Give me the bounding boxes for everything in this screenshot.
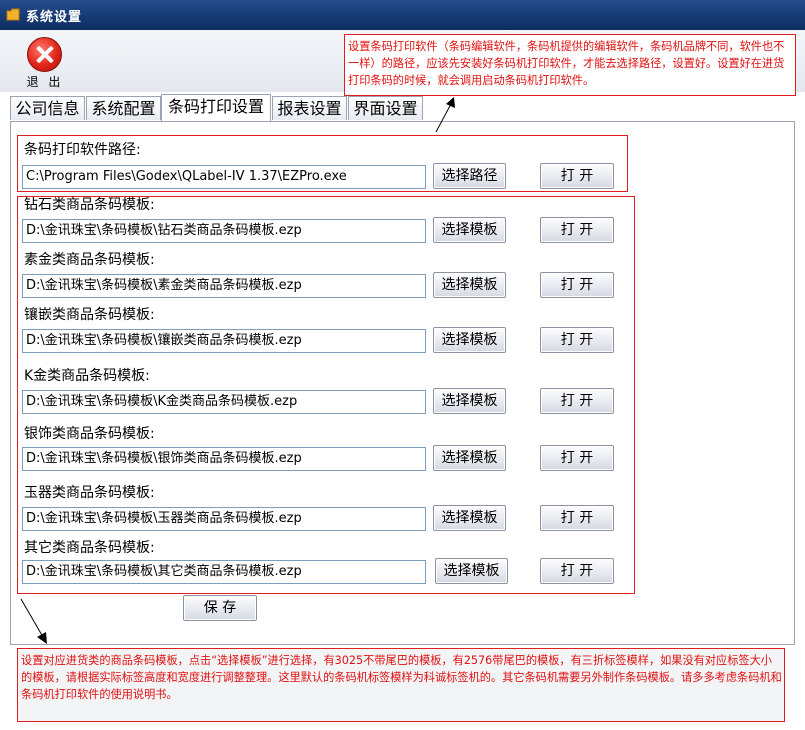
select-template-button-other[interactable]: 选择模板	[435, 558, 508, 584]
annotation-bottom: 设置对应进货类的商品条码模板，点击“选择模板”进行选择，有3025不带尾巴的模板…	[17, 648, 785, 722]
template-field-jade[interactable]: D:\金讯珠宝\条码模板\玉器类商品条码模板.ezp	[22, 507, 426, 531]
template-label-jade: 玉器类商品条码模板:	[24, 485, 155, 501]
template-field-other[interactable]: D:\金讯珠宝\条码模板\其它类商品条码模板.ezp	[22, 560, 426, 584]
tab-barcode-print-settings[interactable]: 条码打印设置	[161, 94, 271, 121]
annotation-top: 设置条码打印软件（条码编辑软件，条码机提供的编辑软件，条码机品牌不同，软件也不一…	[344, 34, 796, 96]
template-label-other: 其它类商品条码模板:	[24, 540, 155, 556]
select-template-button-silver[interactable]: 选择模板	[433, 445, 506, 471]
open-template-button-silver[interactable]: 打 开	[540, 445, 614, 471]
template-field-diamond[interactable]: D:\金讯珠宝\条码模板\钻石类商品条码模板.ezp	[22, 219, 426, 243]
select-template-button-diamond[interactable]: 选择模板	[433, 217, 506, 243]
annotation-arrow-up-icon	[435, 97, 455, 133]
tab-system-config[interactable]: 系统配置	[86, 96, 161, 120]
template-label-inlay: 镶嵌类商品条码模板:	[24, 307, 155, 323]
open-template-button-k-gold[interactable]: 打 开	[540, 388, 614, 414]
open-printer-software-button[interactable]: 打 开	[540, 163, 614, 189]
template-label-diamond: 钻石类商品条码模板:	[24, 197, 155, 213]
exit-button[interactable]: 退 出	[22, 36, 68, 89]
window-title: 系统设置	[26, 10, 83, 25]
tab-interface-settings[interactable]: 界面设置	[348, 96, 423, 120]
save-button[interactable]: 保 存	[183, 595, 257, 621]
template-label-k-gold: K金类商品条码模板:	[24, 368, 150, 384]
printer-path-field[interactable]: C:\Program Files\Godex\QLabel-IV 1.37\EZ…	[22, 165, 426, 189]
open-template-button-plain-gold[interactable]: 打 开	[540, 272, 614, 298]
annotation-arrow-down-icon	[20, 598, 47, 644]
open-template-button-other[interactable]: 打 开	[540, 558, 614, 584]
tab-report-settings[interactable]: 报表设置	[272, 96, 347, 120]
template-label-plain-gold: 素金类商品条码模板:	[24, 252, 155, 268]
close-icon	[27, 37, 62, 72]
tab-company-info[interactable]: 公司信息	[10, 96, 85, 120]
open-template-button-jade[interactable]: 打 开	[540, 505, 614, 531]
template-field-silver[interactable]: D:\金讯珠宝\条码模板\银饰类商品条码模板.ezp	[22, 447, 426, 471]
printer-path-label: 条码打印软件路径:	[24, 142, 141, 158]
select-path-button[interactable]: 选择路径	[433, 163, 506, 189]
open-template-button-diamond[interactable]: 打 开	[540, 217, 614, 243]
folder-icon	[6, 8, 20, 21]
template-field-k-gold[interactable]: D:\金讯珠宝\条码模板\K金类商品条码模板.ezp	[22, 390, 426, 414]
window-titlebar: 系统设置	[0, 0, 805, 30]
select-template-button-plain-gold[interactable]: 选择模板	[433, 272, 506, 298]
template-label-silver: 银饰类商品条码模板:	[24, 426, 155, 442]
template-field-inlay[interactable]: D:\金讯珠宝\条码模板\镶嵌类商品条码模板.ezp	[22, 329, 426, 353]
open-template-button-inlay[interactable]: 打 开	[540, 327, 614, 353]
select-template-button-k-gold[interactable]: 选择模板	[433, 388, 506, 414]
template-field-plain-gold[interactable]: D:\金讯珠宝\条码模板\素金类商品条码模板.ezp	[22, 274, 426, 298]
select-template-button-inlay[interactable]: 选择模板	[433, 327, 506, 353]
exit-label: 退 出	[26, 75, 64, 89]
select-template-button-jade[interactable]: 选择模板	[433, 505, 506, 531]
